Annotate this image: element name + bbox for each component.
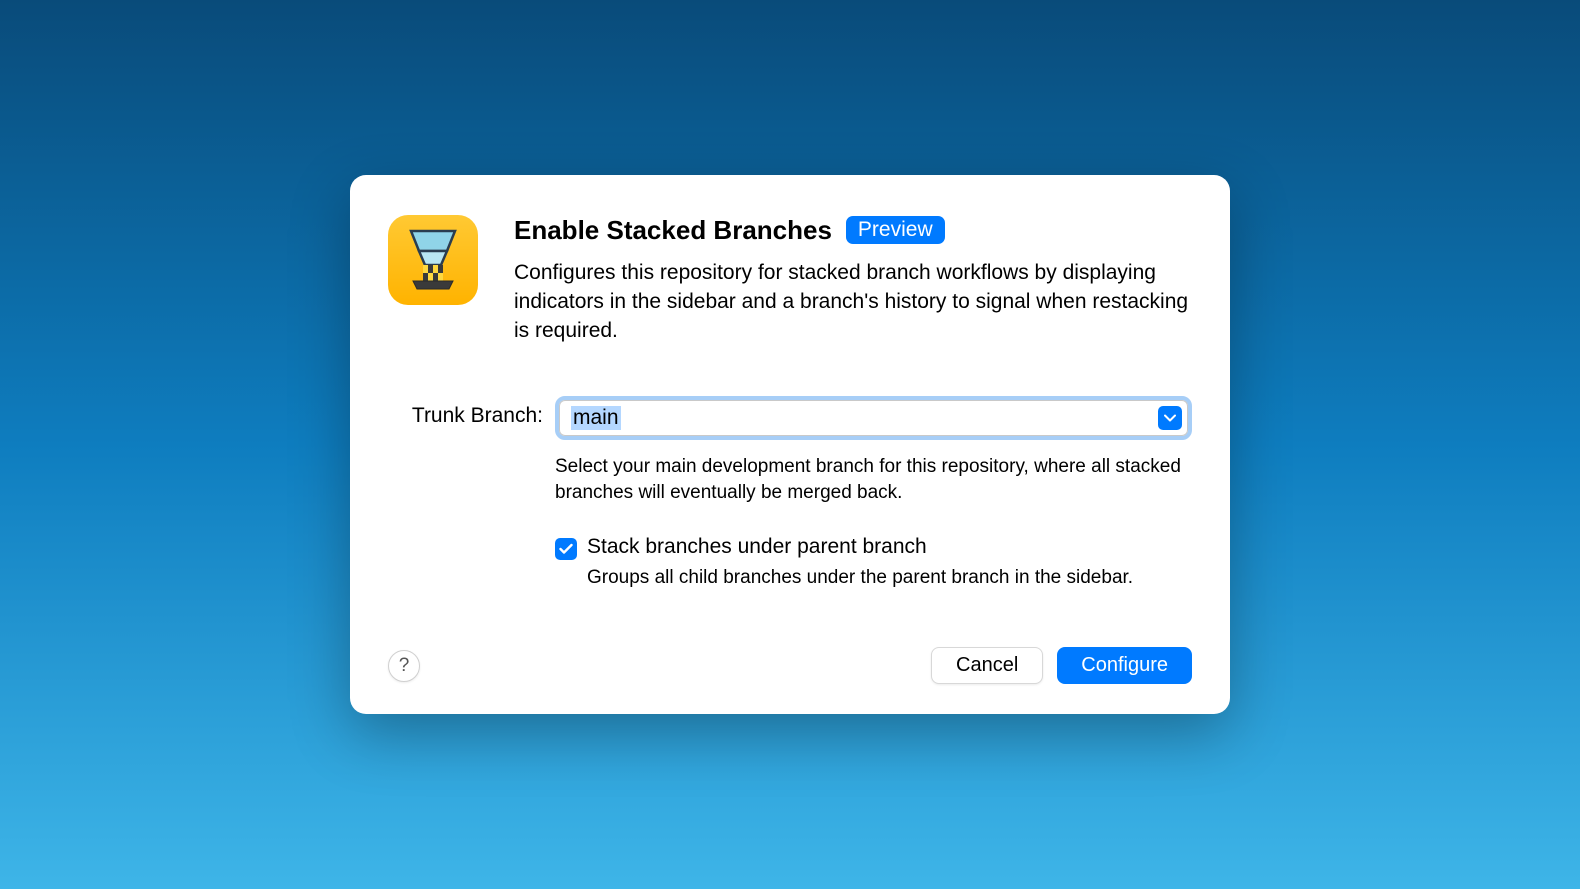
dialog-title: Enable Stacked Branches — [514, 215, 832, 246]
enable-stacked-branches-dialog: Enable Stacked Branches Preview Configur… — [350, 175, 1230, 715]
trunk-branch-row: Trunk Branch: main Select your main deve… — [388, 396, 1192, 592]
dialog-footer: ? Cancel Configure — [388, 647, 1192, 684]
app-icon — [388, 215, 478, 305]
footer-buttons: Cancel Configure — [931, 647, 1192, 684]
trunk-branch-value: main — [571, 406, 621, 430]
dialog-header-content: Enable Stacked Branches Preview Configur… — [514, 215, 1192, 346]
stack-under-parent-label[interactable]: Stack branches under parent branch — [587, 535, 1192, 559]
help-button[interactable]: ? — [388, 650, 420, 682]
trunk-branch-combobox[interactable]: main — [555, 396, 1192, 440]
dialog-header: Enable Stacked Branches Preview Configur… — [388, 215, 1192, 346]
cancel-button[interactable]: Cancel — [931, 647, 1043, 684]
dialog-description: Configures this repository for stacked b… — [514, 258, 1192, 346]
trunk-branch-help-text: Select your main development branch for … — [555, 454, 1192, 507]
stack-under-parent-row: Stack branches under parent branch Group… — [555, 535, 1192, 592]
title-row: Enable Stacked Branches Preview — [514, 215, 1192, 246]
trunk-branch-label: Trunk Branch: — [388, 396, 543, 428]
form-section: Trunk Branch: main Select your main deve… — [388, 396, 1192, 592]
stack-under-parent-description: Groups all child branches under the pare… — [587, 565, 1192, 592]
stack-under-parent-checkbox[interactable] — [555, 538, 577, 560]
preview-badge: Preview — [846, 216, 945, 244]
chevron-down-icon[interactable] — [1158, 406, 1182, 430]
configure-button[interactable]: Configure — [1057, 647, 1192, 684]
